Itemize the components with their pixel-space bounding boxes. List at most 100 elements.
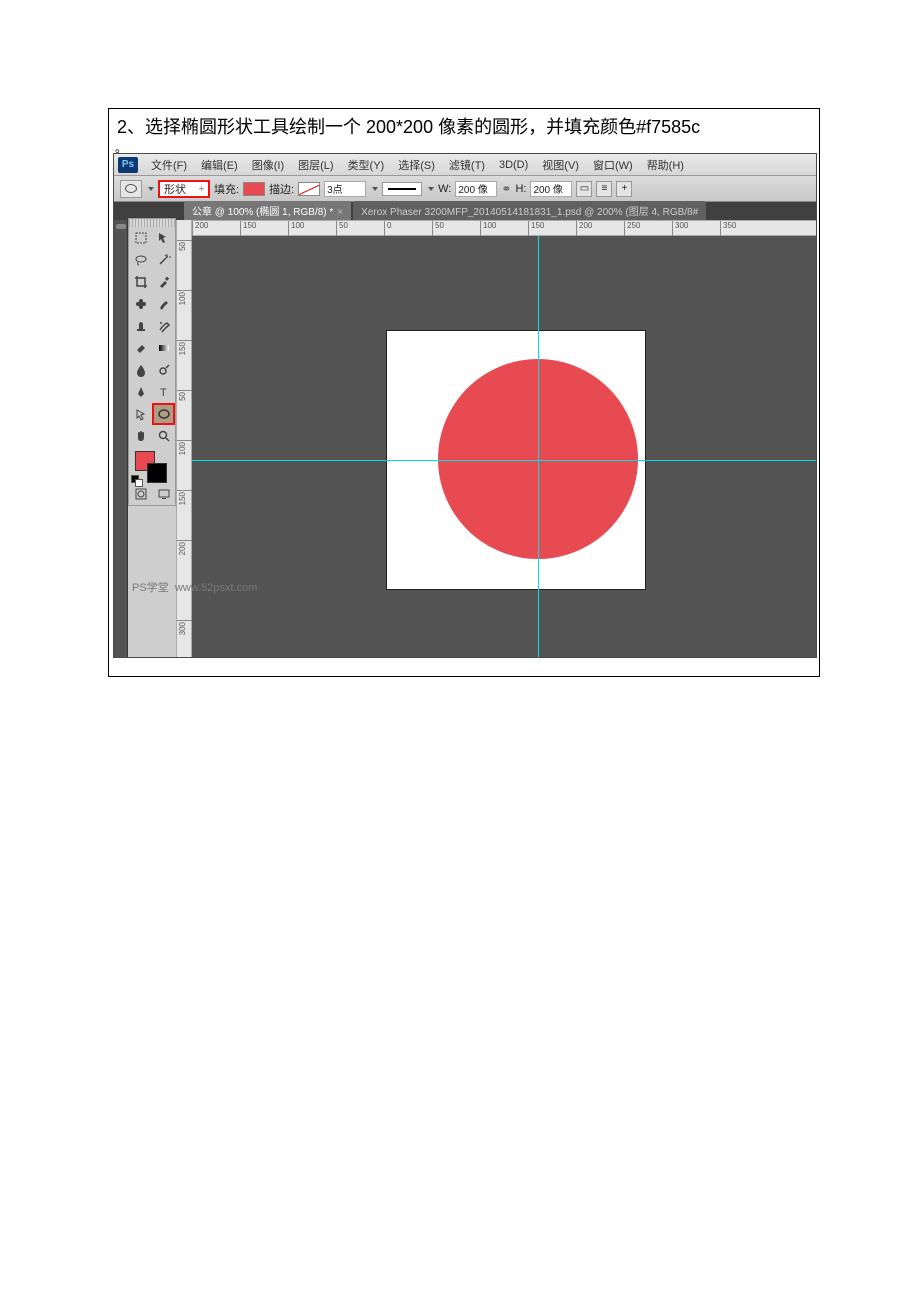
document-tab-2[interactable]: Xerox Phaser 3200MFP_20140514181831_1.ps… xyxy=(353,201,706,220)
eraser-tool-icon[interactable] xyxy=(129,337,152,359)
dodge-tool-icon[interactable] xyxy=(152,359,175,381)
menu-edit[interactable]: 编辑(E) xyxy=(194,157,245,173)
tutorial-cell: 2、选择椭圆形状工具绘制一个 200*200 像素的圆形，并填充颜色#f7585… xyxy=(108,108,820,677)
gradient-tool-icon[interactable] xyxy=(152,337,175,359)
collapsed-panel-dock[interactable] xyxy=(114,220,128,657)
lasso-tool-icon[interactable] xyxy=(129,249,152,271)
document-tab-2-title: Xerox Phaser 3200MFP_20140514181831_1.ps… xyxy=(361,207,698,218)
align-button[interactable]: ≡ xyxy=(596,181,612,197)
magic-wand-tool-icon[interactable] xyxy=(152,249,175,271)
path-ops-button[interactable]: ▭ xyxy=(576,181,592,197)
document-tab-1[interactable]: 公章 @ 100% (椭圆 1, RGB/8) * × xyxy=(184,201,351,220)
shape-mode-select[interactable]: 形状 ÷ xyxy=(158,180,210,198)
hruler-tick: 100 xyxy=(288,221,304,237)
type-tool-icon[interactable]: T xyxy=(152,381,175,403)
height-label: H: xyxy=(515,183,526,195)
hruler-tick: 50 xyxy=(336,221,348,237)
hruler-tick: 100 xyxy=(480,221,496,237)
healing-brush-tool-icon[interactable] xyxy=(129,293,152,315)
hruler-tick: 300 xyxy=(672,221,688,237)
tool-preset-dropdown-icon[interactable] xyxy=(148,187,154,191)
watermark-small: PS学堂 www.52psxt.com xyxy=(132,579,257,595)
current-tool-icon[interactable] xyxy=(120,180,142,198)
eyedropper-tool-icon[interactable] xyxy=(152,271,175,293)
stroke-width-dropdown-icon[interactable] xyxy=(372,187,378,191)
path-select-tool-icon[interactable] xyxy=(129,403,152,425)
canvas-area[interactable]: www.bingdoc.com xyxy=(192,236,816,657)
history-brush-tool-icon[interactable] xyxy=(152,315,175,337)
fill-color-swatch[interactable] xyxy=(243,182,265,196)
menu-select[interactable]: 选择(S) xyxy=(391,157,442,173)
watermark-small-url: www.52psxt.com xyxy=(175,582,258,594)
stroke-style-select[interactable] xyxy=(382,182,422,196)
hruler-tick: 150 xyxy=(528,221,544,237)
screenmode-icon[interactable] xyxy=(152,483,175,505)
menu-layer[interactable]: 图层(L) xyxy=(291,157,340,173)
options-bar: 形状 ÷ 填充: 描边: 3点 W: 200 像 ⚭ H: 200 像 xyxy=(114,176,816,202)
horizontal-ruler[interactable]: 200 150 100 50 0 50 100 150 200 250 300 350 xyxy=(192,220,816,236)
move-tool-icon[interactable] xyxy=(152,227,175,249)
watermark-small-label: PS学堂 xyxy=(132,582,169,594)
instruction-text: 2、选择椭圆形状工具绘制一个 200*200 像素的圆形，并填充颜色#f7585… xyxy=(109,109,819,143)
brush-tool-icon[interactable] xyxy=(152,293,175,315)
stroke-width-field[interactable]: 3点 xyxy=(324,181,366,197)
menu-window[interactable]: 窗口(W) xyxy=(586,157,640,173)
menu-file[interactable]: 文件(F) xyxy=(144,157,194,173)
instruction-period: 。 xyxy=(109,143,819,153)
photoshop-window: Ps 文件(F) 编辑(E) 图像(I) 图层(L) 类型(Y) 选择(S) 滤… xyxy=(113,153,817,658)
zoom-tool-icon[interactable] xyxy=(152,425,175,447)
app-logo-icon: Ps xyxy=(118,157,138,173)
document-tab-bar: 公章 @ 100% (椭圆 1, RGB/8) * × Xerox Phaser … xyxy=(114,202,816,220)
fill-label: 填充: xyxy=(214,181,239,197)
menu-bar: Ps 文件(F) 编辑(E) 图像(I) 图层(L) 类型(Y) 选择(S) 滤… xyxy=(114,154,816,176)
stamp-tool-icon[interactable] xyxy=(129,315,152,337)
svg-text:T: T xyxy=(160,387,167,399)
width-field[interactable]: 200 像 xyxy=(455,181,497,197)
hruler-tick: 350 xyxy=(720,221,736,237)
vertical-guide[interactable] xyxy=(538,236,539,657)
width-label: W: xyxy=(438,183,451,195)
blur-tool-icon[interactable] xyxy=(129,359,152,381)
hruler-tick: 0 xyxy=(384,221,391,237)
hruler-tick: 50 xyxy=(432,221,444,237)
vruler-tick: 50 xyxy=(177,390,193,402)
vruler-tick: 100 xyxy=(177,290,193,306)
stroke-color-swatch[interactable] xyxy=(298,182,320,196)
menu-3d[interactable]: 3D(D) xyxy=(492,159,535,171)
background-color-swatch[interactable] xyxy=(147,463,167,483)
toolbox-grip-icon[interactable] xyxy=(129,219,175,227)
vruler-tick: 50 xyxy=(177,240,193,252)
color-swatches[interactable] xyxy=(129,447,175,483)
hruler-tick: 200 xyxy=(192,221,208,237)
hruler-tick: 250 xyxy=(624,221,640,237)
quickmask-icon[interactable] xyxy=(129,483,152,505)
crop-tool-icon[interactable] xyxy=(129,271,152,293)
dock-handle-icon xyxy=(116,224,126,229)
vruler-tick: 150 xyxy=(177,340,193,356)
stroke-label: 描边: xyxy=(269,181,294,197)
menu-filter[interactable]: 滤镜(T) xyxy=(442,157,492,173)
shape-mode-label: 形状 xyxy=(164,181,186,197)
document-tab-1-title: 公章 @ 100% (椭圆 1, RGB/8) * xyxy=(192,207,333,218)
hruler-tick: 150 xyxy=(240,221,256,237)
stroke-style-dropdown-icon[interactable] xyxy=(428,187,434,191)
ellipse-shape-tool-icon[interactable] xyxy=(152,403,175,425)
hand-tool-icon[interactable] xyxy=(129,425,152,447)
menu-view[interactable]: 视图(V) xyxy=(535,157,586,173)
pen-tool-icon[interactable] xyxy=(129,381,152,403)
close-icon[interactable]: × xyxy=(337,207,343,218)
vruler-tick: 300 xyxy=(177,620,193,636)
marquee-tool-icon[interactable] xyxy=(129,227,152,249)
vruler-tick: 200 xyxy=(177,540,193,556)
menu-help[interactable]: 帮助(H) xyxy=(640,157,691,173)
horizontal-guide[interactable] xyxy=(192,460,816,461)
vruler-tick: 150 xyxy=(177,490,193,506)
toolbox: T xyxy=(128,218,176,506)
vruler-tick: 100 xyxy=(177,440,193,456)
menu-image[interactable]: 图像(I) xyxy=(245,157,291,173)
more-options-button[interactable]: + xyxy=(616,181,632,197)
height-field[interactable]: 200 像 xyxy=(530,181,572,197)
link-wh-icon[interactable]: ⚭ xyxy=(501,182,511,196)
hruler-tick: 200 xyxy=(576,221,592,237)
menu-type[interactable]: 类型(Y) xyxy=(341,157,392,173)
